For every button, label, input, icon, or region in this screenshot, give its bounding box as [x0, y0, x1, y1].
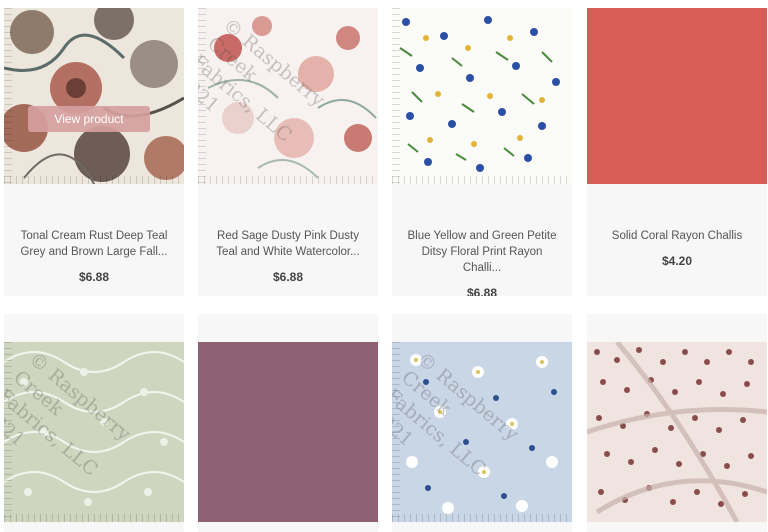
product-image[interactable]: © Raspberry Creek Fabrics, LLC 2021	[392, 342, 572, 522]
product-title[interactable]: Blue Yellow and Green Petite Ditsy Flora…	[392, 228, 572, 276]
ruler-left	[4, 342, 12, 522]
product-info: Solid Coral Rayon Challis $4.20	[587, 228, 767, 268]
product-card[interactable]	[587, 314, 767, 532]
solid-mauve-swatch	[198, 342, 378, 522]
product-image[interactable]: © Raspberry Creek Fabrics, LLC 2021	[4, 342, 184, 522]
product-image[interactable]: View product	[4, 8, 184, 184]
ruler-left	[392, 8, 400, 184]
product-title[interactable]: Solid Coral Rayon Challis	[587, 228, 767, 244]
product-price: $6.88	[272, 270, 304, 284]
ditsy-floral-pattern-image	[392, 8, 572, 184]
product-info: Tonal Cream Rust Deep Teal Grey and Brow…	[4, 228, 184, 284]
product-price: $6.88	[466, 286, 498, 296]
ruler-left	[4, 8, 12, 184]
ruler-bottom	[4, 514, 184, 522]
ruler-bottom	[392, 514, 572, 522]
product-price: $4.20	[661, 254, 693, 268]
product-info: Red Sage Dusty Pink Dusty Teal and White…	[198, 228, 378, 284]
draped-ditsy-fabric-image	[587, 342, 767, 522]
view-product-button[interactable]: View product	[28, 106, 150, 132]
product-image[interactable]	[587, 8, 767, 184]
product-price: $6.88	[78, 270, 110, 284]
product-image[interactable]	[587, 342, 767, 522]
solid-coral-swatch	[587, 8, 767, 184]
product-card[interactable]	[198, 314, 378, 532]
product-card[interactable]: Solid Coral Rayon Challis $4.20	[587, 8, 767, 296]
product-grid: View product Tonal Cream Rust Deep Teal …	[0, 0, 768, 532]
product-title[interactable]: Tonal Cream Rust Deep Teal Grey and Brow…	[4, 228, 184, 260]
product-title[interactable]: Red Sage Dusty Pink Dusty Teal and White…	[198, 228, 378, 260]
ruler-left	[198, 8, 206, 184]
product-image[interactable]: © Raspberry Creek Fabrics, LLC 2021	[198, 8, 378, 184]
fall-floral-pattern-image	[4, 8, 184, 184]
product-card[interactable]: Blue Yellow and Green Petite Ditsy Flora…	[392, 8, 572, 296]
product-info: Blue Yellow and Green Petite Ditsy Flora…	[392, 228, 572, 296]
ruler-bottom	[392, 176, 572, 184]
product-image[interactable]	[392, 8, 572, 184]
product-card[interactable]: View product Tonal Cream Rust Deep Teal …	[4, 8, 184, 296]
product-image[interactable]	[198, 342, 378, 522]
product-card[interactable]: © Raspberry Creek Fabrics, LLC 2021	[4, 314, 184, 532]
ruler-bottom	[198, 176, 378, 184]
product-card[interactable]: © Raspberry Creek Fabrics, LLC 2021	[392, 314, 572, 532]
ruler-bottom	[4, 176, 184, 184]
product-card[interactable]: © Raspberry Creek Fabrics, LLC 2021 Red …	[198, 8, 378, 296]
ruler-left	[392, 342, 400, 522]
